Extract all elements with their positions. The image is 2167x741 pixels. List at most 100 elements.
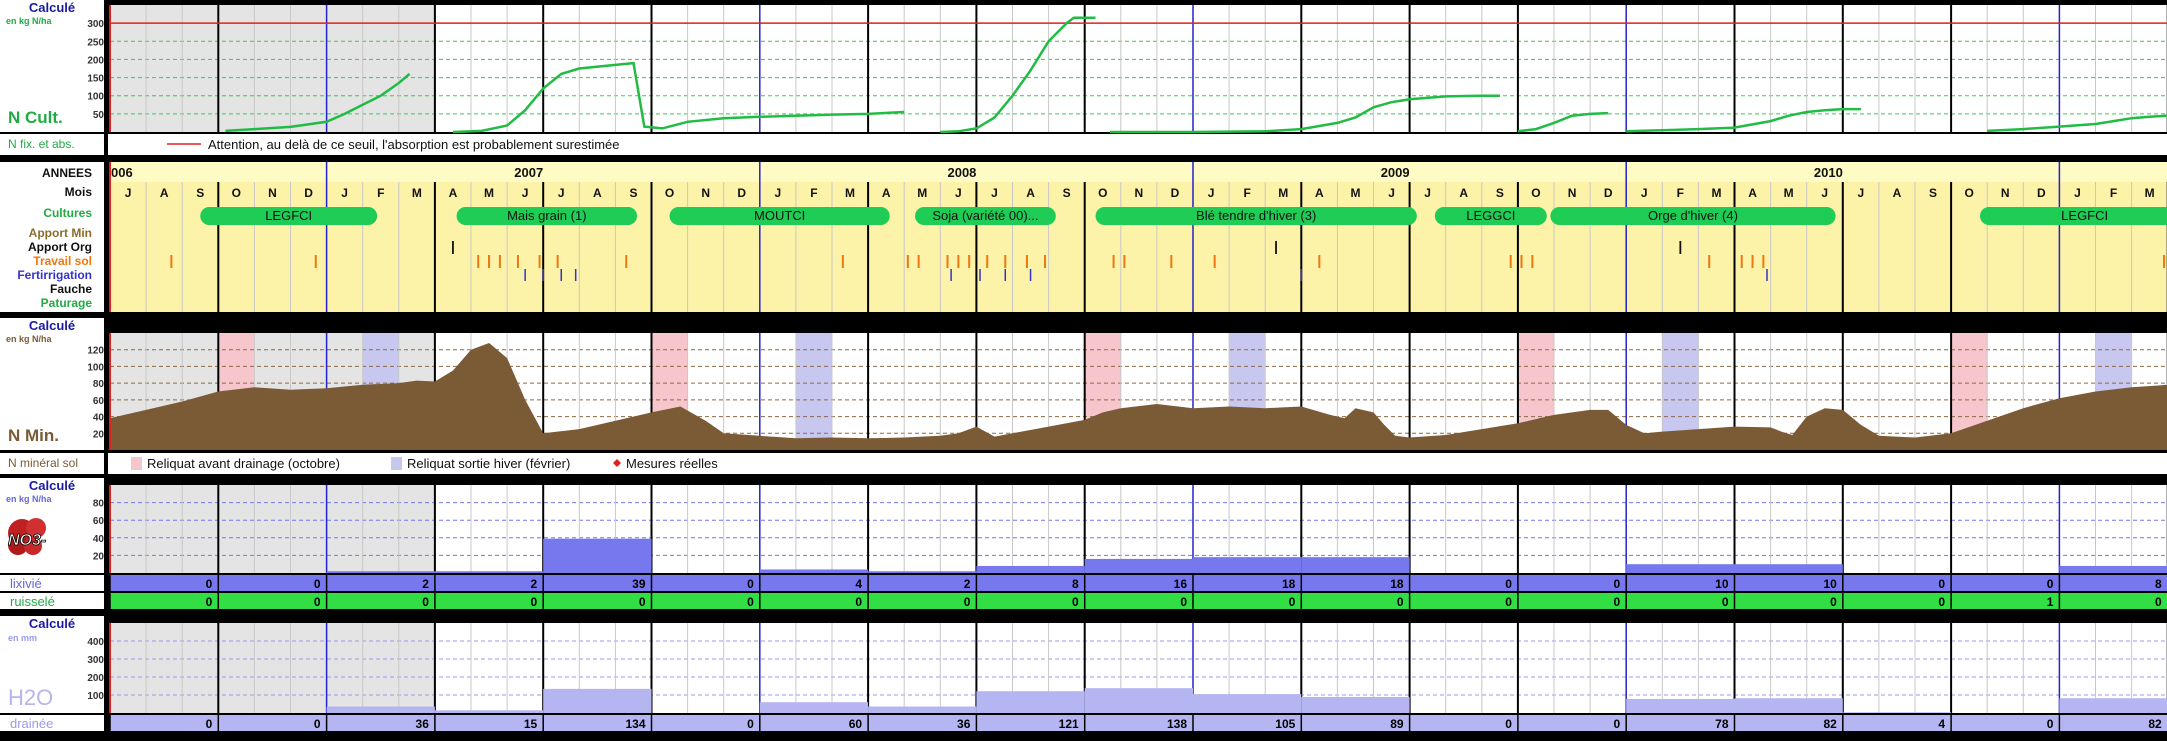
month-label: N	[1135, 186, 1144, 200]
month-label: F	[2110, 186, 2117, 200]
no3-molecule-icon: NO3-	[8, 518, 46, 555]
month-label: N	[701, 186, 710, 200]
ruissele-value: 0	[1722, 595, 1729, 609]
ruissele-value: 0	[1830, 595, 1837, 609]
ruissele-value: 0	[1938, 595, 1945, 609]
ruissele-value: 0	[855, 595, 862, 609]
lixivie-value: 0	[747, 577, 754, 591]
lixivie-bar	[1626, 564, 1734, 573]
nmin-sol-label: N minéral sol	[8, 456, 78, 470]
month-label: S	[629, 186, 637, 200]
history-shading	[110, 485, 435, 573]
drainee-value: 0	[314, 717, 321, 731]
lixivie-bar	[2059, 566, 2167, 573]
lixivie-value: 0	[2047, 577, 2054, 591]
month-label: D	[737, 186, 746, 200]
month-label: M	[1784, 186, 1794, 200]
history-shading	[110, 623, 435, 713]
lixivie-bar	[760, 569, 868, 573]
month-label: A	[593, 186, 602, 200]
y-tick-label: 50	[93, 110, 105, 121]
month-label: S	[1929, 186, 1937, 200]
reliquat-fev-band	[796, 333, 832, 450]
nmin-name: N Min.	[8, 426, 59, 445]
drainee-value: 78	[1715, 717, 1729, 731]
history-shading	[110, 5, 435, 132]
threshold-note: Attention, au delà de ce seuil, l'absorp…	[208, 137, 620, 152]
lixivie-values-row: 0022390428161818001010008	[110, 575, 2167, 591]
lixivie-value: 0	[314, 577, 321, 591]
month-label: D	[1604, 186, 1613, 200]
lixivie-label: lixivié	[10, 576, 42, 591]
ruissele-value: 0	[964, 595, 971, 609]
ruissele-value: 0	[531, 595, 538, 609]
ncult-panel: 50100150200250300	[87, 5, 2167, 132]
month-label: J	[1424, 186, 1431, 200]
ruissele-value: 0	[1614, 595, 1621, 609]
lixivie-value: 0	[206, 577, 213, 591]
cultures-label: Cultures	[43, 206, 92, 220]
h2o-icon: H2O	[8, 685, 53, 710]
drainee-values-row: 00361513406036121138105890078824082	[110, 715, 2167, 731]
month-label: M	[2145, 186, 2155, 200]
month-label: M	[845, 186, 855, 200]
ruissele-value: 0	[1072, 595, 1079, 609]
month-label: J	[1858, 186, 1865, 200]
month-label: M	[917, 186, 927, 200]
y-tick-label: 150	[87, 74, 104, 85]
month-label: J	[1641, 186, 1648, 200]
nfix-label: N fix. et abs.	[8, 137, 75, 151]
lixivie-value: 39	[632, 577, 646, 591]
drainee-bar	[1301, 697, 1409, 713]
ruissele-row-bg	[110, 593, 2167, 609]
month-label: M	[1711, 186, 1721, 200]
lixivie-value: 10	[1823, 577, 1837, 591]
lixivie-value: 18	[1390, 577, 1404, 591]
lixivie-value: 4	[855, 577, 862, 591]
lixivie-bar	[435, 571, 543, 573]
drainee-value: 0	[1614, 717, 1621, 731]
legend-mesures: Mesures réelles	[626, 456, 718, 471]
paturage-label: Paturage	[41, 296, 93, 310]
month-label: N	[2001, 186, 2010, 200]
culture-label: LEGGCI	[1466, 208, 1515, 223]
y-tick-label: 200	[87, 673, 104, 684]
month-label: A	[882, 186, 891, 200]
month-label: J	[558, 186, 565, 200]
drainee-bar	[1843, 712, 1951, 713]
ruissele-value: 0	[2155, 595, 2162, 609]
y-tick-label: 20	[93, 429, 105, 440]
nmin-unit: en kg N/ha	[6, 334, 53, 344]
ncult-legend-row: Attention, au delà de ce seuil, l'absorp…	[108, 134, 2167, 155]
drainee-value: 36	[957, 717, 971, 731]
drainee-value: 134	[625, 717, 645, 731]
lixivie-bar	[976, 566, 1084, 573]
y-tick-label: 100	[87, 362, 104, 373]
month-label: A	[1459, 186, 1468, 200]
ruissele-value: 0	[1180, 595, 1187, 609]
nmin-heading: Calculé	[29, 318, 75, 333]
apport-org-label: Apport Org	[28, 240, 92, 254]
y-tick-label: 40	[93, 534, 105, 545]
drainee-bar	[327, 707, 435, 713]
annees-label: ANNEES	[42, 166, 92, 180]
culture-label: Orge d'hiver (4)	[1648, 208, 1738, 223]
drainee-value: 0	[1505, 717, 1512, 731]
drainee-value: 138	[1167, 717, 1187, 731]
year-label: 006	[111, 165, 133, 180]
month-label: J	[1208, 186, 1215, 200]
ncult-name: N Cult.	[8, 108, 63, 127]
nmin-panel: 20406080100120	[87, 333, 2167, 450]
dashboard-svg: Calculé en kg N/ha N Cult. N fix. et abs…	[0, 0, 2167, 736]
drainee-bar	[543, 689, 651, 713]
month-label: N	[268, 186, 277, 200]
month-label: J	[125, 186, 132, 200]
ncult-heading: Calculé	[29, 0, 75, 15]
month-label: J	[2074, 186, 2081, 200]
y-tick-label: 100	[87, 92, 104, 103]
drainee-bar	[868, 707, 976, 713]
ruissele-values-row: 0000000000000000010	[110, 593, 2167, 609]
h2o-unit: en mm	[8, 633, 37, 643]
y-tick-label: 60	[93, 396, 105, 407]
culture-label: Soja (variété 00)...	[932, 208, 1038, 223]
